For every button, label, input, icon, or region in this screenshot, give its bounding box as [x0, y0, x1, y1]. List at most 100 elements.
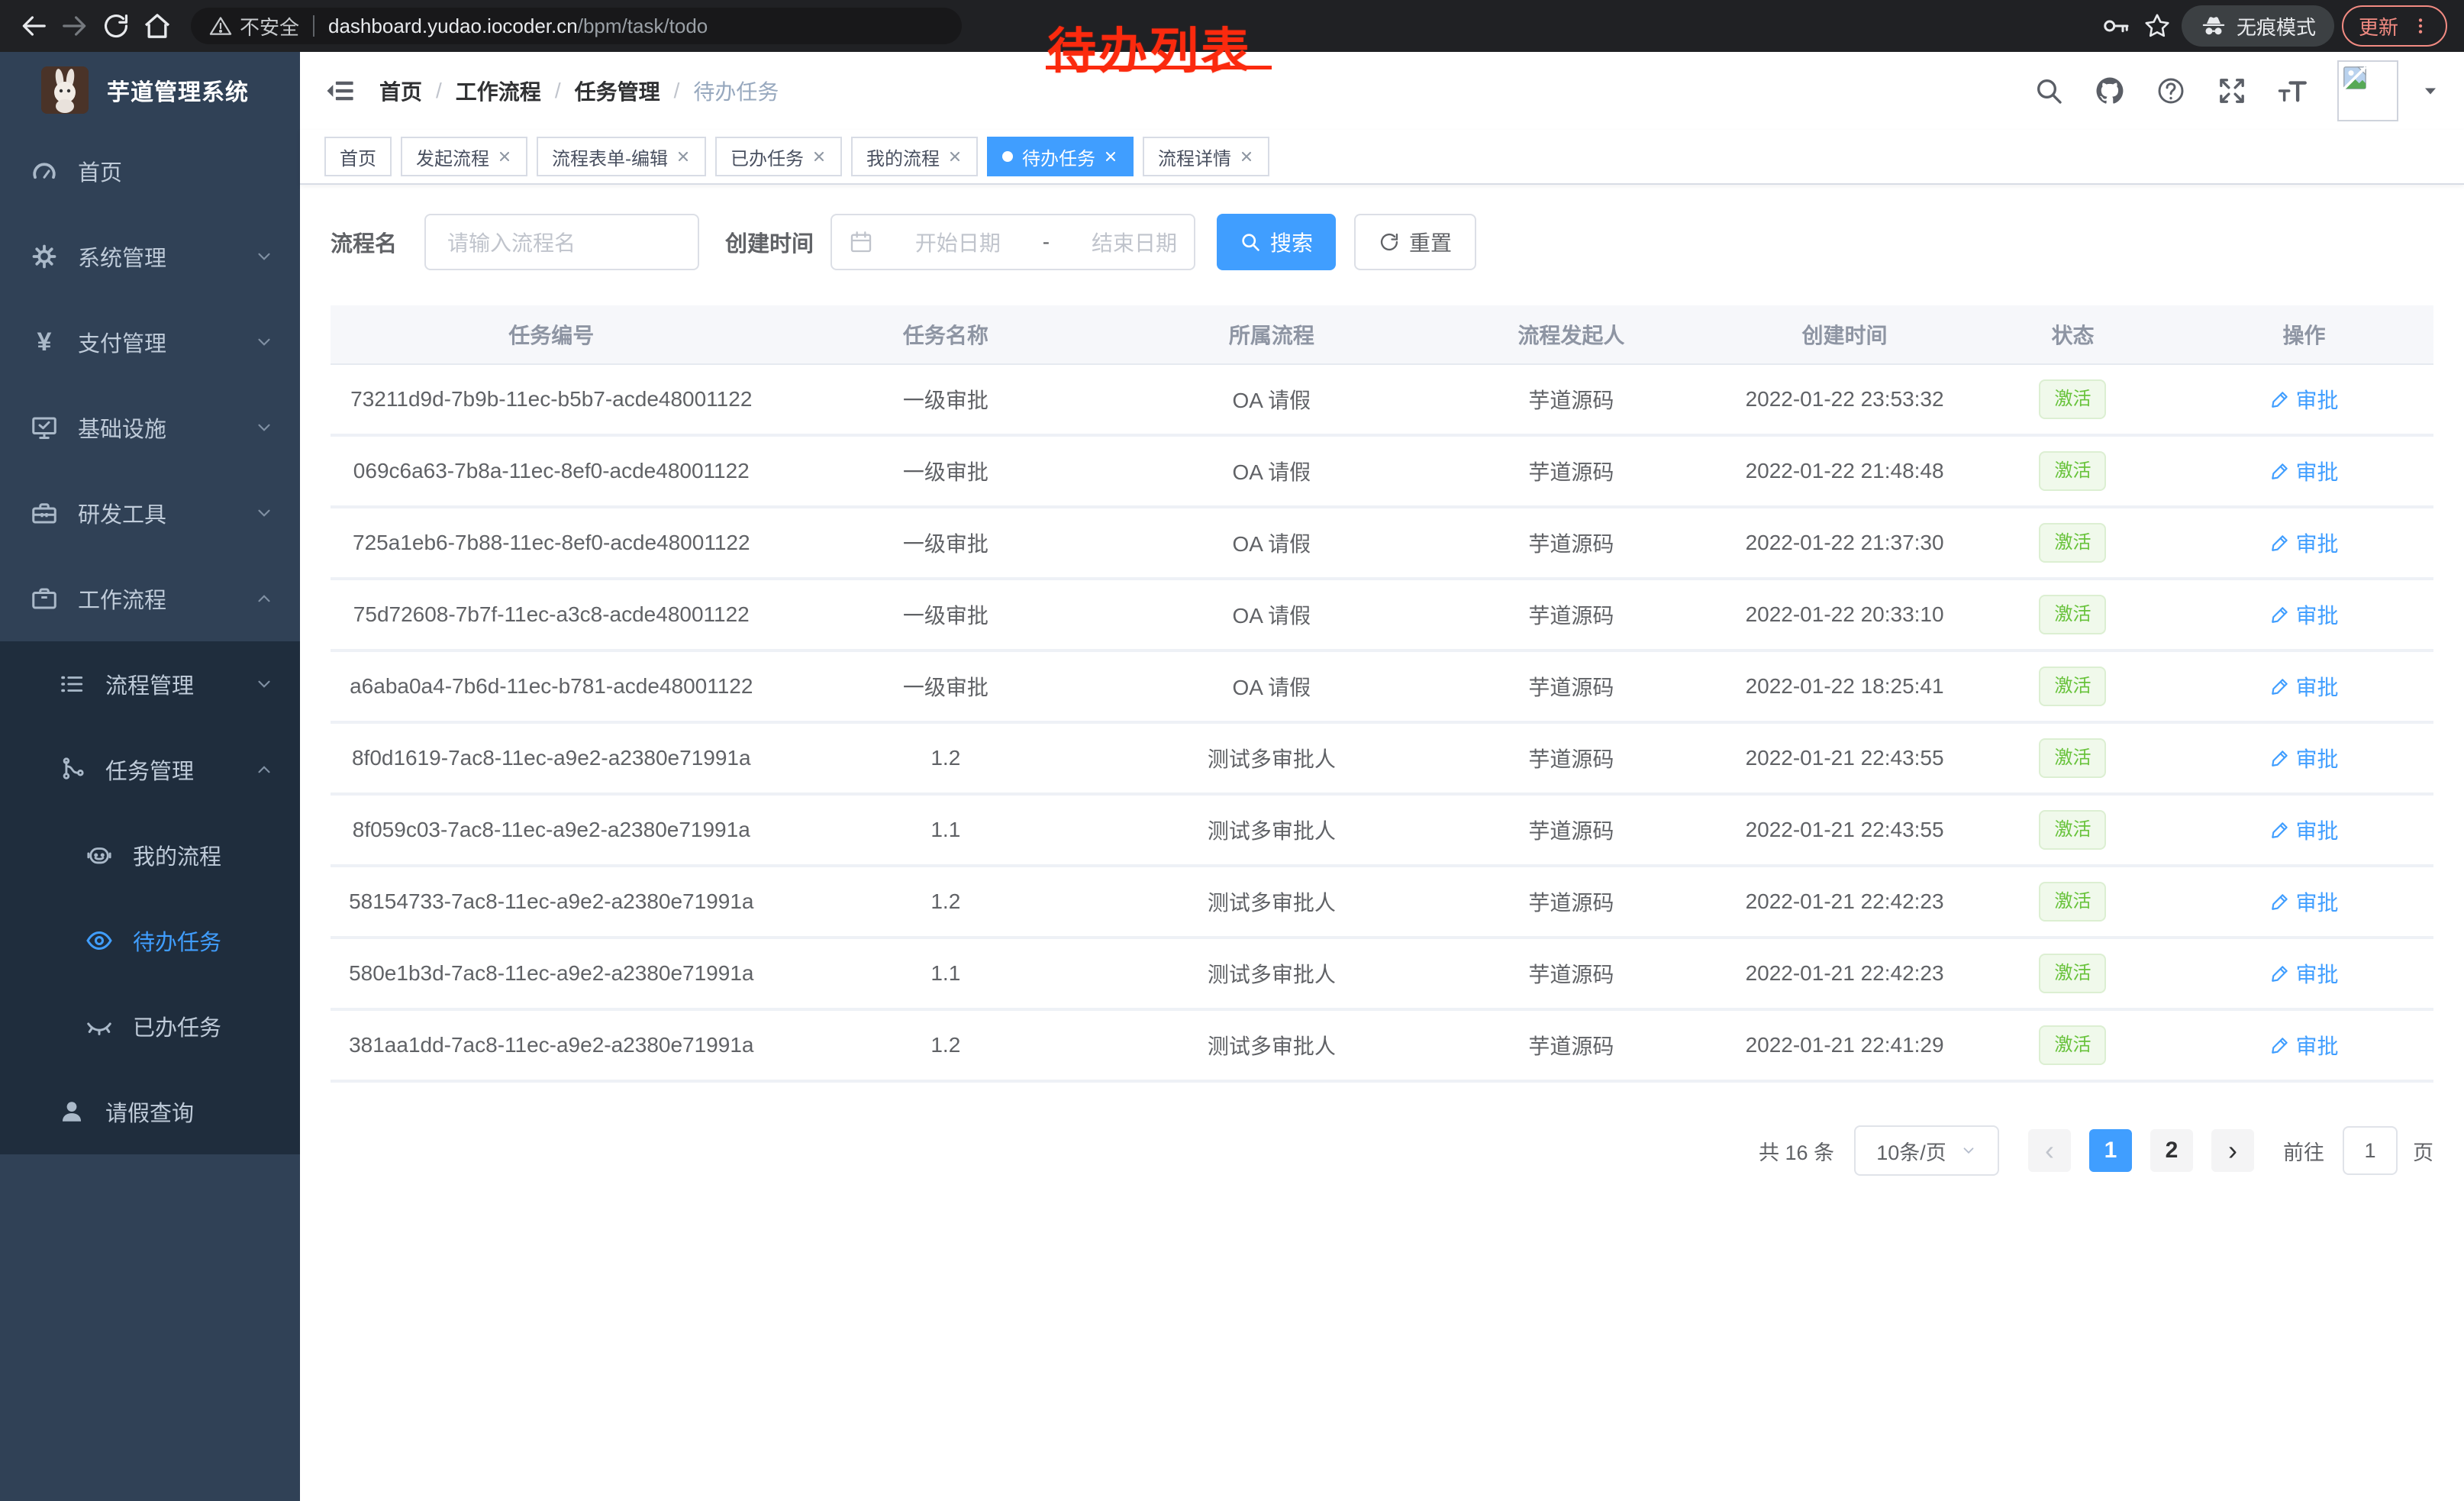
status-badge: 激活 — [2039, 451, 2106, 490]
tag-done-tasks[interactable]: 已办任务 — [715, 137, 842, 176]
dashboard-icon — [31, 157, 58, 185]
tag-close-icon[interactable] — [1239, 149, 1254, 164]
col-status: 状态 — [1971, 319, 2175, 350]
refresh-icon — [1379, 231, 1400, 253]
sidebar-item-system[interactable]: 系统管理 — [0, 214, 300, 299]
font-size-icon[interactable] — [2276, 74, 2310, 108]
browser-forward-icon[interactable] — [58, 9, 92, 43]
sidebar-item-home[interactable]: 首页 — [0, 128, 300, 214]
face-icon — [85, 842, 113, 868]
edit-pen-icon — [2270, 533, 2290, 553]
sidebar-item-workflow[interactable]: 工作流程 — [0, 556, 300, 641]
cell-initiator: 芋道源码 — [1424, 384, 1719, 415]
goto-page-input[interactable]: 1 — [2343, 1126, 2398, 1175]
tag-start-process[interactable]: 发起流程 — [401, 137, 527, 176]
avatar-caret-icon[interactable] — [2421, 82, 2440, 100]
help-icon[interactable] — [2154, 74, 2188, 108]
tag-form-edit[interactable]: 流程表单-编辑 — [537, 137, 706, 176]
approve-link[interactable]: 审批 — [2270, 671, 2339, 702]
tag-close-icon[interactable] — [676, 149, 691, 164]
url-text: dashboard.yudao.iocoder.cn/bpm/task/todo — [328, 15, 708, 38]
page-size-select[interactable]: 10条/页 — [1854, 1125, 1999, 1176]
approve-link[interactable]: 审批 — [2270, 528, 2339, 558]
cell-task-id: 8f059c03-7ac8-11ec-a9e2-a2380e71991a — [331, 818, 772, 842]
search-icon[interactable] — [2032, 74, 2066, 108]
password-key-icon[interactable] — [2099, 9, 2133, 43]
breadcrumb-home[interactable]: 首页 — [379, 76, 422, 106]
prev-page-button[interactable]: ‹ — [2028, 1129, 2071, 1172]
date-range-input[interactable]: 开始日期 - 结束日期 — [830, 214, 1195, 270]
cell-action: 审批 — [2175, 886, 2433, 917]
cell-create-time: 2022-01-22 23:53:32 — [1718, 387, 1971, 412]
sidebar-item-infrastructure[interactable]: 基础设施 — [0, 385, 300, 470]
approve-link[interactable]: 审批 — [2270, 384, 2339, 415]
browser-back-icon[interactable] — [17, 9, 50, 43]
approve-link[interactable]: 审批 — [2270, 958, 2339, 989]
navbar-actions — [2032, 60, 2440, 121]
page-button-2[interactable]: 2 — [2150, 1129, 2193, 1172]
sidebar-item-leave-query[interactable]: 请假查询 — [0, 1069, 300, 1154]
sidebar-item-label: 研发工具 — [78, 497, 166, 529]
breadcrumb-workflow[interactable]: 工作流程 — [456, 76, 541, 106]
approve-link[interactable]: 审批 — [2270, 456, 2339, 486]
cell-create-time: 2022-01-21 22:42:23 — [1718, 961, 1971, 986]
approve-link[interactable]: 审批 — [2270, 599, 2339, 630]
sidebar-logo[interactable]: 芋道管理系统 — [0, 52, 300, 128]
fullscreen-icon[interactable] — [2215, 74, 2249, 108]
top-navbar: 首页 / 工作流程 / 任务管理 / 待办任务 — [300, 52, 2464, 130]
tag-my-process[interactable]: 我的流程 — [851, 137, 978, 176]
tag-close-icon[interactable] — [497, 149, 512, 164]
next-page-button[interactable]: › — [2211, 1129, 2254, 1172]
sidebar-item-payment[interactable]: ¥ 支付管理 — [0, 299, 300, 385]
bookmark-star-icon[interactable] — [2140, 9, 2174, 43]
security-status[interactable]: 不安全 — [209, 12, 299, 40]
approve-link-label: 审批 — [2296, 886, 2339, 917]
approve-link[interactable]: 审批 — [2270, 886, 2339, 917]
approve-link[interactable]: 审批 — [2270, 1030, 2339, 1060]
page-button-1[interactable]: 1 — [2089, 1129, 2132, 1172]
task-table: 任务编号 任务名称 所属流程 流程发起人 创建时间 状态 操作 73211d9d… — [331, 305, 2433, 1083]
github-icon[interactable] — [2093, 74, 2127, 108]
incognito-icon — [2200, 12, 2227, 40]
address-bar[interactable]: 不安全 dashboard.yudao.iocoder.cn/bpm/task/… — [191, 8, 962, 44]
browser-home-icon[interactable] — [140, 9, 174, 43]
tag-close-icon[interactable] — [811, 149, 827, 164]
sidebar-item-my-process[interactable]: 我的流程 — [0, 812, 300, 898]
sidebar-item-devtools[interactable]: 研发工具 — [0, 470, 300, 556]
sidebar-item-task-mgmt[interactable]: 任务管理 — [0, 727, 300, 812]
tag-label: 流程表单-编辑 — [552, 144, 668, 170]
sidebar-item-done-tasks[interactable]: 已办任务 — [0, 983, 300, 1069]
cell-task-name: 1.1 — [772, 961, 1120, 986]
tag-process-detail[interactable]: 流程详情 — [1143, 137, 1269, 176]
reset-button[interactable]: 重置 — [1354, 214, 1476, 270]
sidebar-item-label: 我的流程 — [133, 839, 221, 871]
cell-task-name: 一级审批 — [772, 671, 1120, 702]
process-name-input[interactable]: 请输入流程名 — [424, 214, 699, 270]
create-time-label: 创建时间 — [725, 226, 814, 258]
tag-todo-tasks[interactable]: 待办任务 — [987, 137, 1134, 176]
sidebar-item-todo-tasks[interactable]: 待办任务 — [0, 898, 300, 983]
approve-link[interactable]: 审批 — [2270, 743, 2339, 773]
tag-close-icon[interactable] — [1103, 149, 1118, 164]
broken-image-icon — [2342, 65, 2368, 91]
sidebar-fold-icon[interactable] — [324, 74, 358, 108]
incognito-badge[interactable]: 无痕模式 — [2182, 5, 2334, 47]
approve-link[interactable]: 审批 — [2270, 815, 2339, 845]
cell-action: 审批 — [2175, 528, 2433, 558]
tag-close-icon[interactable] — [947, 149, 963, 164]
col-create-time: 创建时间 — [1718, 319, 1971, 350]
search-button[interactable]: 搜索 — [1217, 214, 1336, 270]
cell-create-time: 2022-01-21 22:43:55 — [1718, 746, 1971, 770]
range-separator: - — [1043, 230, 1050, 254]
cell-create-time: 2022-01-22 18:25:41 — [1718, 674, 1971, 699]
table-row: 8f059c03-7ac8-11ec-a9e2-a2380e71991a 1.1… — [331, 796, 2433, 867]
tag-home[interactable]: 首页 — [324, 137, 392, 176]
sidebar-item-process-mgmt[interactable]: 流程管理 — [0, 641, 300, 727]
start-date-placeholder: 开始日期 — [915, 227, 1001, 257]
browser-update-button[interactable]: 更新 — [2342, 5, 2447, 47]
breadcrumb-task-mgmt[interactable]: 任务管理 — [575, 76, 660, 106]
tags-view: 首页 发起流程 流程表单-编辑 已办任务 我的流程 待办任务 流程详情 — [300, 130, 2464, 185]
avatar[interactable] — [2337, 60, 2398, 121]
browser-reload-icon[interactable] — [99, 9, 133, 43]
incognito-label: 无痕模式 — [2237, 12, 2316, 40]
